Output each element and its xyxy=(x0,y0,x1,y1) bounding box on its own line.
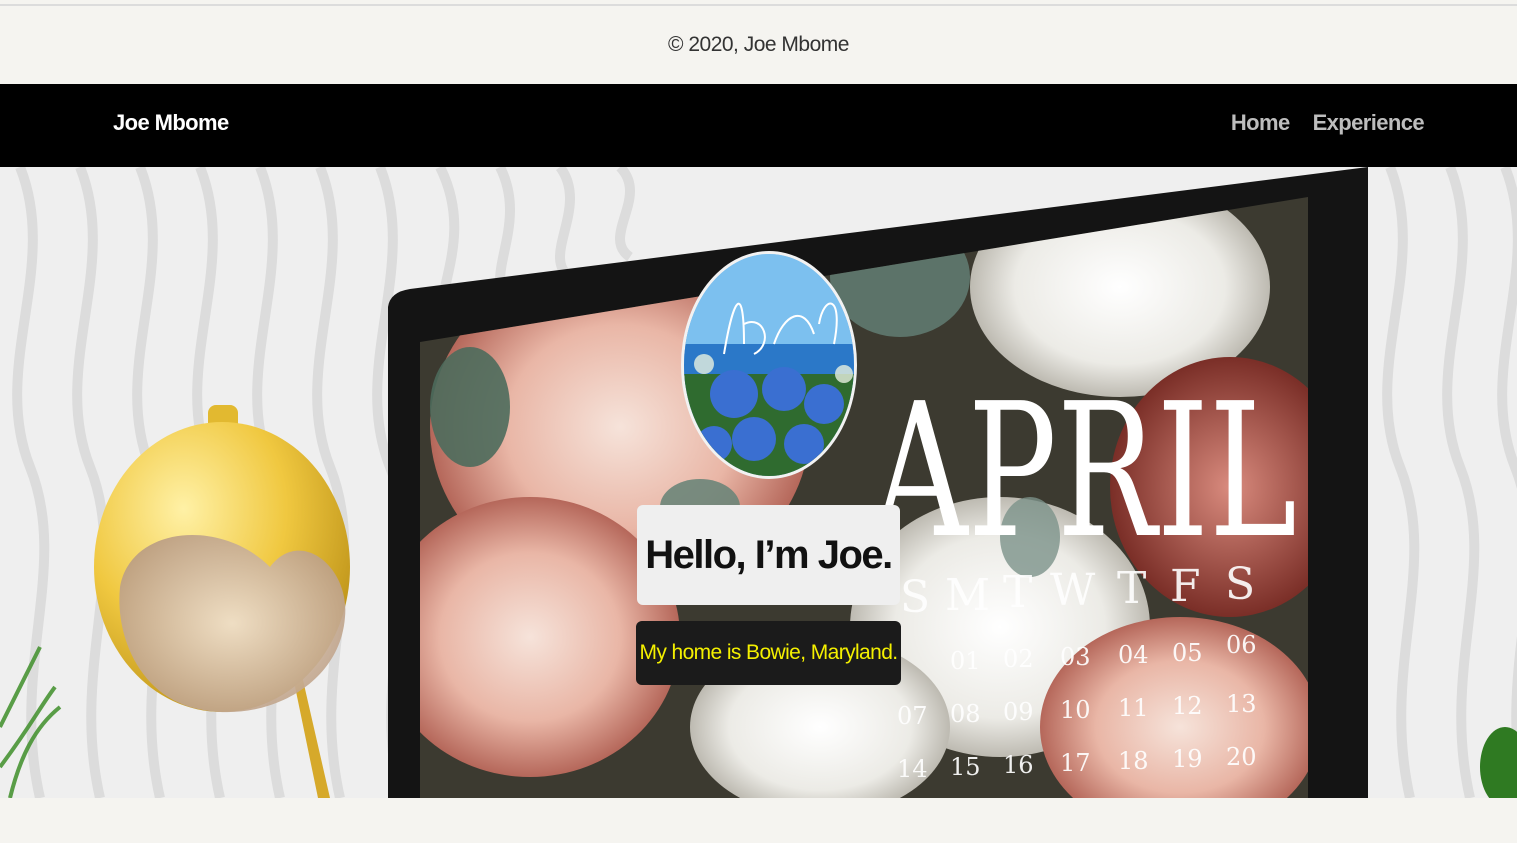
hero-banner: APRIL S M T W T F S 01 02 03 04 05 06 07… xyxy=(0,167,1517,798)
nav-links: Home Experience xyxy=(1231,110,1425,136)
brand-link[interactable]: Joe Mbome xyxy=(113,110,229,136)
copyright-bar: © 2020, Joe Mbome xyxy=(0,6,1517,84)
nav-link-home[interactable]: Home xyxy=(1231,110,1290,136)
nav-link-experience[interactable]: Experience xyxy=(1313,110,1425,136)
location-text: My home is Bowie, Maryland. xyxy=(639,641,898,664)
hydrangea-avatar-image xyxy=(684,254,854,476)
location-card: My home is Bowie, Maryland. xyxy=(636,621,901,685)
profile-avatar xyxy=(681,251,857,479)
greeting-heading: Hello, I’m Joe. xyxy=(645,532,893,577)
copyright-text: © 2020, Joe Mbome xyxy=(668,33,849,56)
greeting-card: Hello, I’m Joe. xyxy=(637,505,900,605)
navbar: Joe Mbome Home Experience xyxy=(0,84,1517,167)
